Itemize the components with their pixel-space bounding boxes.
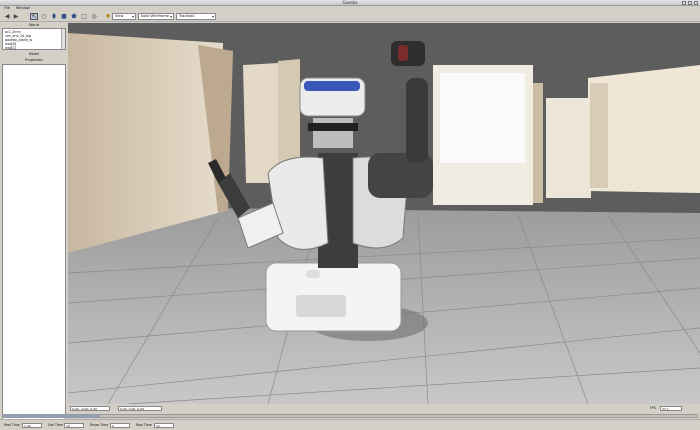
status-value: 12	[154, 423, 174, 428]
camera-pose-field[interactable]: 0.00, -0.00, 0.00	[70, 406, 110, 411]
fps-value: 37.1	[660, 406, 682, 411]
box-icon[interactable]: ■	[60, 13, 68, 20]
properties-panel[interactable]	[2, 64, 66, 430]
status-value: 10	[64, 423, 84, 428]
robot-sensor	[308, 123, 358, 131]
camera-mode-value: Trackball	[179, 14, 195, 18]
left-panel: World pr2_2mm sim_env_10_big gazebo_plan…	[2, 23, 66, 430]
properties-label: Properties	[25, 58, 43, 62]
chevron-down-icon: ▾	[169, 14, 172, 19]
render-mode-value: Solid Wireframe	[141, 14, 169, 18]
chevron-down-icon: ▾	[131, 14, 134, 19]
camera-mode-select[interactable]: Trackball ▾	[176, 13, 216, 20]
ring-icon[interactable]: ◎	[90, 13, 98, 20]
sim-progress-fill	[3, 415, 101, 417]
sim-progress-bar	[2, 414, 698, 418]
light-icon[interactable]: ✹	[104, 13, 112, 20]
robot-neck	[313, 118, 353, 148]
status-label: Real Time	[4, 423, 20, 427]
sphere-icon[interactable]: ○	[40, 13, 48, 20]
square-icon[interactable]: □	[80, 13, 88, 20]
wall-panel	[533, 83, 543, 203]
status-value: 0	[110, 423, 130, 428]
model-label: Model	[28, 52, 40, 56]
fps-label: FPS	[650, 406, 656, 410]
status-value: 1.00	[22, 423, 42, 428]
robot-right-forearm	[406, 78, 428, 163]
view-select-value: View	[115, 14, 124, 18]
wall-panel	[243, 63, 278, 183]
render-mode-select[interactable]: Solid Wireframe ▾	[138, 13, 174, 20]
shield-icon[interactable]: ⬟	[70, 13, 78, 20]
scene-render	[68, 23, 700, 404]
wall-panel-window	[440, 73, 525, 163]
viewport-footer: 0.00, -0.00, 0.00 0.00, 0.00, 0.00 FPS 3…	[68, 404, 700, 413]
wall-panel	[546, 98, 591, 198]
tree-scrollbar[interactable]	[61, 29, 65, 49]
window-controls	[682, 1, 698, 5]
select-icon[interactable]: ⇱	[30, 13, 38, 20]
robot-base-light	[306, 270, 320, 278]
toolbar: ◀ ▶ ⇱ ○ ⬮ ■ ⬟ □ ◎ ✹ View ▾ Solid Wirefra…	[0, 11, 700, 22]
chevron-down-icon: ▾	[211, 14, 214, 19]
back-icon[interactable]: ◀	[3, 13, 11, 20]
robot-head-stripe	[304, 81, 360, 91]
forward-icon[interactable]: ▶	[12, 13, 20, 20]
status-label: Sim Time	[48, 423, 63, 427]
status-bar: Real Time 1.00 Sim Time 10 Pause Time 0 …	[0, 419, 700, 430]
world-tree[interactable]: pr2_2mm sim_env_10_big gazebo_plane_w wa…	[2, 28, 66, 50]
maximize-button[interactable]	[688, 1, 692, 5]
minimize-button[interactable]	[682, 1, 686, 5]
tree-item[interactable]: wall[1]	[5, 46, 63, 50]
wall-panel	[590, 83, 608, 188]
close-button[interactable]	[694, 1, 698, 5]
view-select[interactable]: View ▾	[112, 13, 136, 20]
camera-orientation-field[interactable]: 0.00, 0.00, 0.00	[118, 406, 162, 411]
status-label: Pause Time	[90, 423, 109, 427]
robot-right-gripper-tip	[398, 45, 408, 61]
cylinder-icon[interactable]: ⬮	[50, 13, 58, 20]
status-label: Real Time	[136, 423, 152, 427]
robot-base-vent	[296, 295, 346, 317]
3d-viewport[interactable]	[68, 23, 700, 404]
